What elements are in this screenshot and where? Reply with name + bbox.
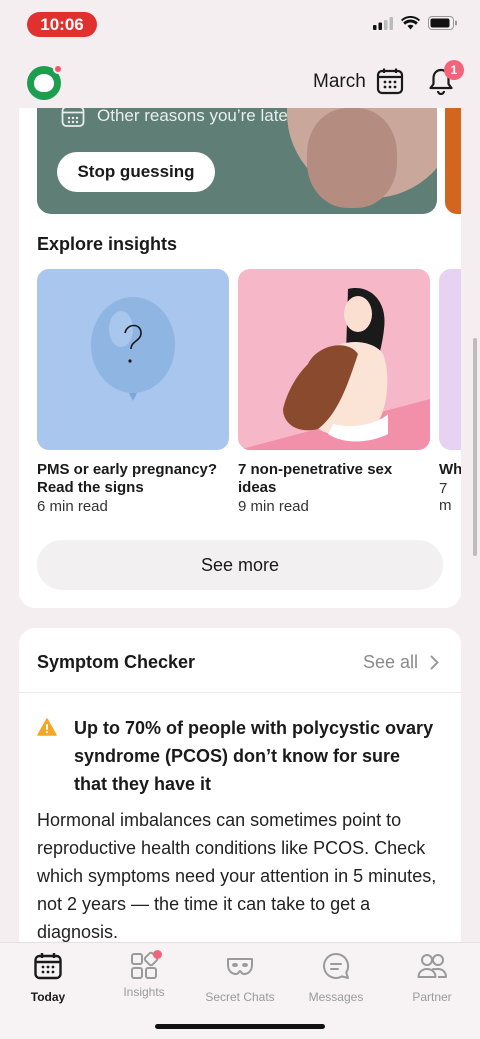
app-logo[interactable] [27, 64, 63, 100]
insight-read-time: 9 min read [238, 498, 309, 515]
promo-banner[interactable]: Other reasons you’re late Stop guessing [37, 108, 437, 214]
divider [19, 692, 461, 693]
status-time: 10:06 [27, 12, 97, 37]
symptom-checker-title: Symptom Checker [37, 652, 196, 672]
insights-grid-icon [129, 950, 162, 981]
warning-text: Up to 70% of people with polycystic ovar… [74, 718, 434, 794]
insight-read-time: 7 m [439, 480, 452, 514]
insight-card[interactable]: 7 non-penetrative sex ideas 9 min read [238, 269, 430, 515]
partner-icon [417, 954, 447, 978]
insight-card[interactable]: PMS or early pregnancy? Read the signs 6… [37, 269, 229, 515]
insight-card-partial[interactable]: Wh per 7 m [439, 269, 461, 514]
insight-title: Wh per [439, 461, 461, 478]
tab-secret-chats[interactable]: Secret Chats [192, 951, 288, 1004]
symptom-checker-card: Symptom Checker See all Up to 70% of peo… [19, 628, 461, 942]
chevron-right-icon [430, 655, 439, 670]
notification-badge: 1 [444, 60, 464, 80]
tab-label: Partner [412, 990, 452, 1004]
stop-guessing-button[interactable]: Stop guessing [57, 152, 215, 192]
next-promo-card[interactable] [445, 108, 461, 214]
top-header: March 1 [0, 52, 480, 108]
status-icons [373, 16, 458, 30]
mask-icon [227, 958, 253, 975]
see-all-label: See all [362, 652, 418, 672]
insight-thumbnail [238, 269, 430, 450]
insight-title: 7 non-penetrative sex ideas [238, 461, 393, 496]
tab-label: Secret Chats [205, 990, 275, 1004]
insight-read-time: 6 min read [37, 498, 108, 515]
logo-notification-dot [53, 64, 63, 74]
warning-icon [37, 718, 57, 736]
calendar-small-icon [61, 108, 85, 127]
promo-reason: Other reasons you’re late [61, 108, 288, 128]
see-more-button[interactable]: See more [37, 540, 443, 590]
home-indicator[interactable] [155, 1024, 325, 1029]
feed-content[interactable]: Other reasons you’re late Stop guessing … [0, 108, 480, 942]
tab-partner[interactable]: Partner [384, 951, 480, 1004]
scrollbar[interactable] [473, 338, 477, 556]
insight-title: PMS or early pregnancy? Read the signs [37, 461, 218, 496]
battery-icon [428, 16, 457, 30]
tab-insights[interactable]: Insights [96, 950, 192, 999]
insight-thumbnail [37, 269, 229, 450]
couple-illustration-icon [238, 288, 430, 450]
wifi-icon [401, 16, 420, 30]
signal-icon [373, 16, 393, 30]
tab-today[interactable]: Today [0, 951, 96, 1004]
promo-illustration-hand [307, 108, 397, 208]
status-bar: 10:06 [0, 0, 480, 50]
month-label[interactable]: March [313, 71, 366, 93]
balloon-icon [91, 297, 175, 401]
calendar-icon [34, 953, 62, 980]
insights-card: Other reasons you’re late Stop guessing … [19, 108, 461, 608]
tab-messages[interactable]: Messages [288, 951, 384, 1004]
insights-notification-dot [153, 950, 162, 959]
insight-thumbnail [439, 269, 461, 450]
message-bubble-icon [323, 952, 350, 979]
promo-reason-text: Other reasons you’re late [97, 108, 288, 125]
calendar-button[interactable] [376, 67, 404, 95]
see-all-link[interactable]: See all [363, 652, 439, 673]
explore-insights-title: Explore insights [37, 234, 178, 254]
logo-face-icon [34, 74, 54, 92]
tab-label: Today [30, 990, 66, 1004]
tab-label: Insights [123, 985, 165, 999]
tab-label: Messages [308, 990, 364, 1004]
symptom-checker-body: Hormonal imbalances can sometimes point … [37, 810, 437, 942]
